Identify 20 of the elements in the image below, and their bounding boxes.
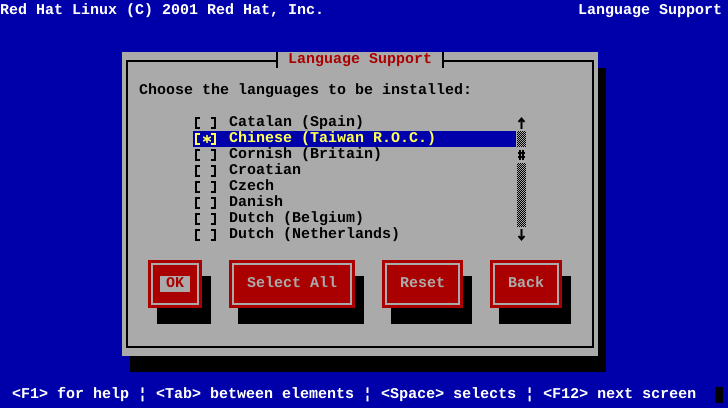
language-option[interactable]: Cornish (Britain): [193, 147, 516, 163]
prompt-text: Choose the languages to be installed:: [139, 83, 474, 99]
status-bar-text: <F1> for help ¦ <Tab> between elements ¦ <Space> selects ¦ <F12> next screen: [12, 387, 696, 403]
dialog-title: Language Support: [276, 52, 444, 68]
asterisk-icon: [202, 135, 210, 143]
language-option[interactable]: Catalan (Spain): [193, 115, 516, 131]
language-option[interactable]: Chinese (Taiwan R.O.C.): [193, 131, 516, 147]
scroll-track[interactable]: [517, 131, 526, 147]
scroll-thumb-icon[interactable]: [517, 147, 526, 163]
scroll-up-arrow-icon[interactable]: [517, 115, 526, 131]
language-option[interactable]: Dutch (Belgium): [193, 211, 516, 227]
screen-title: Language Support: [578, 3, 722, 19]
cursor-block: [715, 387, 723, 403]
header-title: Red Hat Linux (C) 2001 Red Hat, Inc.: [0, 3, 324, 19]
scroll-track[interactable]: [517, 163, 526, 227]
language-option[interactable]: Croatian: [193, 163, 516, 179]
scroll-down-arrow-icon[interactable]: [517, 227, 526, 243]
language-option[interactable]: Dutch (Netherlands): [193, 227, 516, 243]
language-option[interactable]: Czech: [193, 179, 516, 195]
language-option[interactable]: Danish: [193, 195, 516, 211]
